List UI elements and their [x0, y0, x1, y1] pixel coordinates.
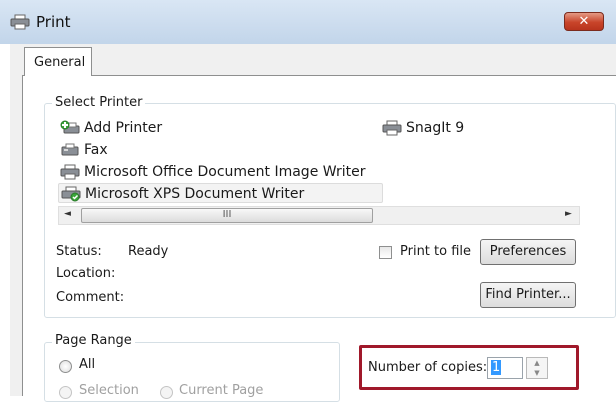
- preferences-button[interactable]: Preferences: [480, 239, 576, 265]
- location-label: Location:: [56, 266, 116, 281]
- copies-spinner[interactable]: ▲ ▼: [526, 357, 548, 379]
- printer-item-add-printer[interactable]: Add Printer: [58, 118, 162, 138]
- copies-value: 1: [491, 360, 502, 375]
- comment-label: Comment:: [56, 290, 125, 305]
- scrollbar-thumb[interactable]: III: [81, 208, 373, 223]
- window-title: Print: [36, 13, 71, 31]
- printer-list-scrollbar[interactable]: ◄ III ►: [58, 206, 580, 225]
- add-printer-icon: [60, 120, 80, 136]
- printer-icon: [10, 14, 30, 30]
- status-label: Status:: [56, 244, 102, 259]
- scroll-right-icon[interactable]: ►: [565, 209, 572, 219]
- spin-down-icon[interactable]: ▼: [527, 368, 547, 378]
- printer-icon: [60, 164, 80, 180]
- print-to-file-checkbox[interactable]: [379, 246, 392, 259]
- copies-input[interactable]: 1: [487, 357, 523, 379]
- select-printer-label: Select Printer: [52, 95, 146, 110]
- page-range-current-page-radio[interactable]: [160, 386, 173, 399]
- find-printer-button[interactable]: Find Printer...: [480, 282, 576, 308]
- print-to-file-label[interactable]: Print to file: [400, 244, 471, 259]
- printer-item-fax[interactable]: Fax: [58, 140, 108, 160]
- printer-icon: [382, 120, 402, 136]
- fax-icon: [60, 142, 80, 158]
- page-range-label: Page Range: [52, 333, 135, 348]
- printer-name: SnagIt 9: [406, 120, 465, 136]
- default-printer-icon: [61, 186, 81, 202]
- page-range-all-radio[interactable]: [59, 360, 72, 373]
- printer-item-snagit[interactable]: SnagIt 9: [380, 118, 464, 138]
- tab-general[interactable]: General: [24, 47, 92, 76]
- number-of-copies-label: Number of copies:: [368, 360, 488, 375]
- status-value: Ready: [128, 244, 169, 259]
- printer-item-xps-writer[interactable]: Microsoft XPS Document Writer: [58, 183, 383, 203]
- printer-name: Microsoft Office Document Image Writer: [84, 164, 366, 180]
- printer-name: Fax: [84, 142, 108, 158]
- scroll-left-icon[interactable]: ◄: [64, 209, 71, 219]
- printer-item-office-image-writer[interactable]: Microsoft Office Document Image Writer: [58, 162, 365, 182]
- printer-name: Add Printer: [84, 120, 163, 136]
- spin-up-icon[interactable]: ▲: [527, 358, 547, 368]
- page-range-all-label[interactable]: All: [79, 357, 95, 372]
- scrollbar-grip-icon: III: [222, 209, 232, 220]
- close-button[interactable]: ✕: [564, 12, 604, 31]
- page-range-selection-radio[interactable]: [59, 386, 72, 399]
- printer-name: Microsoft XPS Document Writer: [85, 186, 305, 202]
- title-bar: Print ✕: [0, 0, 616, 44]
